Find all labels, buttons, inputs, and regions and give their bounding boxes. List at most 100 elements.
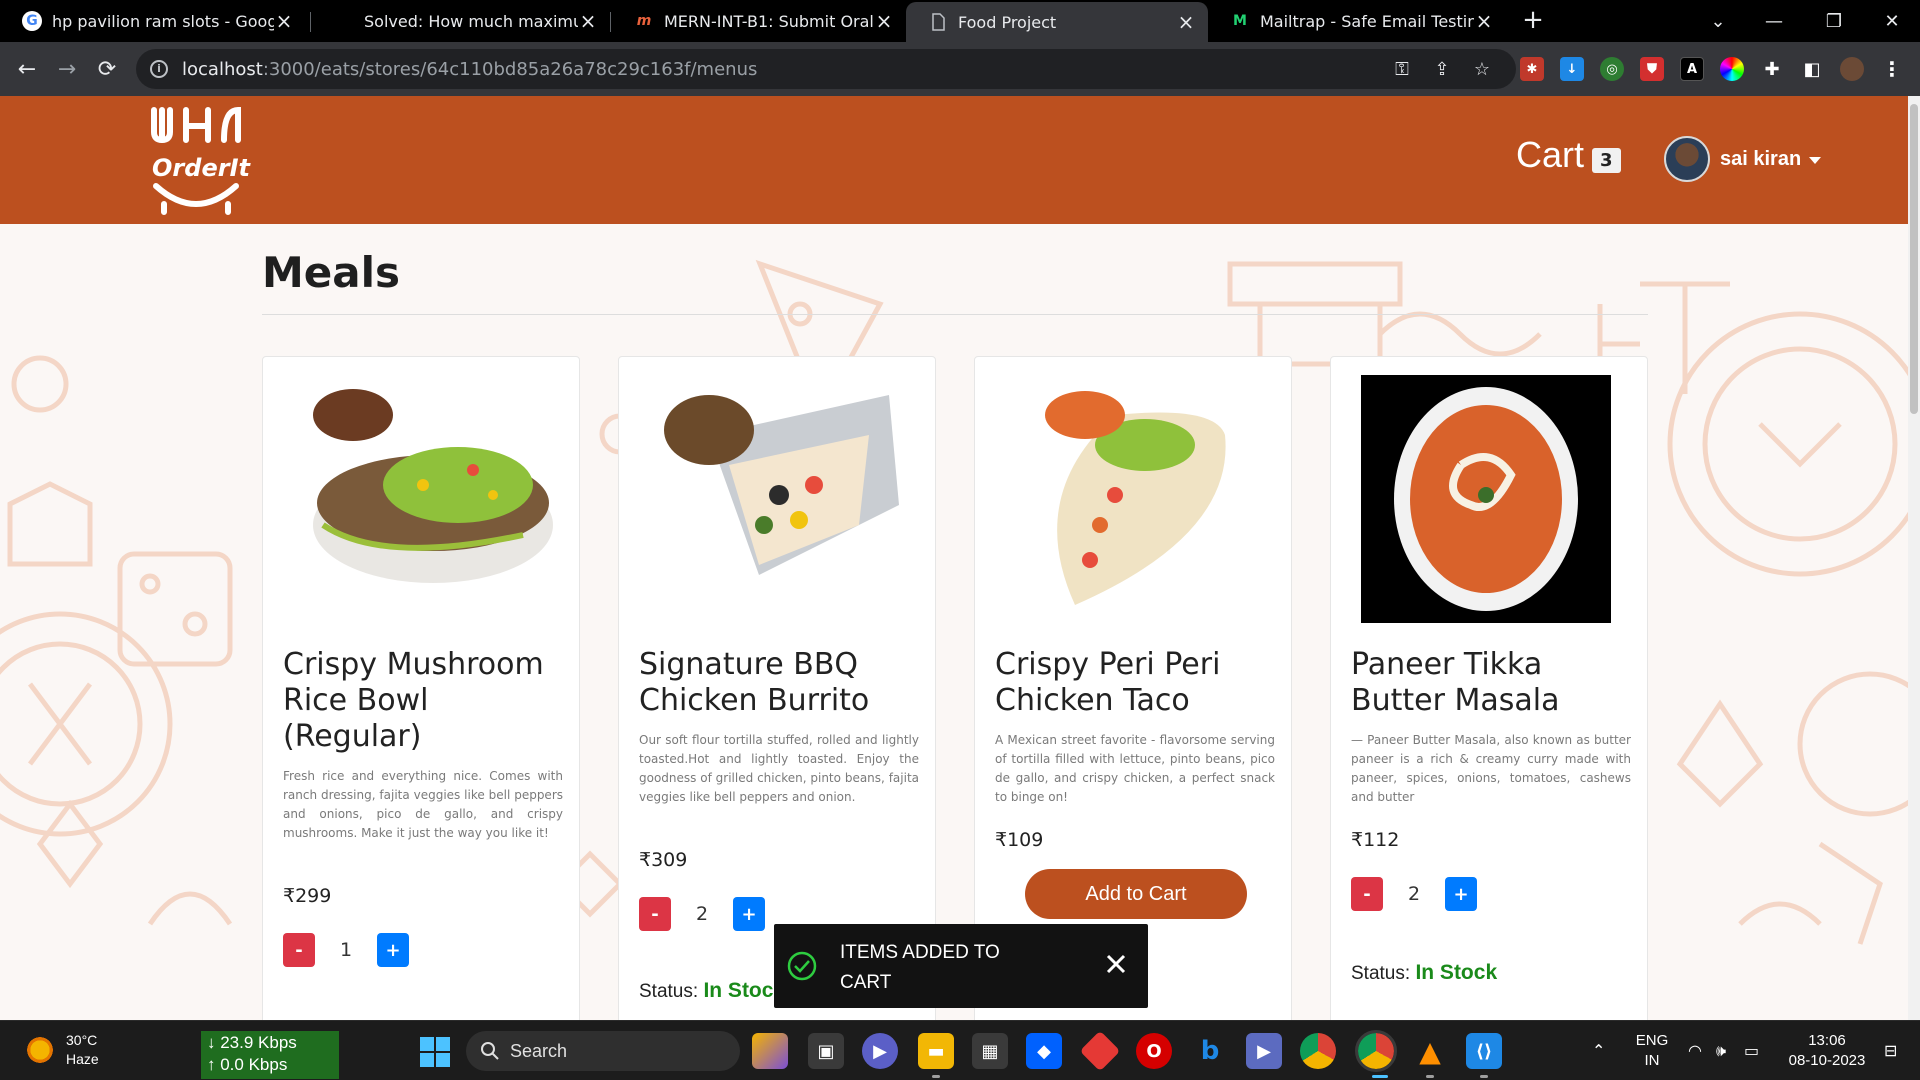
key-icon[interactable]: ⚿ [1390, 59, 1414, 80]
quantity-value: 1 [339, 939, 353, 961]
dropbox-icon[interactable]: ◆ [1026, 1033, 1062, 1069]
bookmark-star-icon[interactable]: ☆ [1470, 59, 1494, 80]
caret-down-icon [1809, 156, 1822, 164]
vscode-icon[interactable]: ⟨⟩ [1466, 1033, 1502, 1069]
chevron-up-icon[interactable]: ⌃ [1592, 1041, 1605, 1060]
media-player-icon[interactable]: ▶ [1246, 1033, 1282, 1069]
windows-start-icon[interactable] [420, 1037, 450, 1067]
chrome-profile-icon[interactable] [1355, 1030, 1397, 1072]
toast-message: ITEMS ADDED TO CART [840, 942, 1000, 993]
weather-temperature: 30°C [66, 1032, 98, 1048]
reload-icon[interactable]: ⟳ [90, 52, 124, 86]
meal-price: ₹299 [283, 885, 332, 907]
copilot-icon[interactable] [752, 1033, 788, 1069]
browser-toolbar: ← → ⟳ i localhost:3000/eats/stores/64c11… [0, 42, 1920, 96]
increase-quantity-button[interactable]: + [1445, 877, 1477, 911]
forward-arrow-icon[interactable]: → [50, 52, 84, 86]
task-view-icon[interactable]: ▣ [808, 1033, 844, 1069]
page-glyph [932, 13, 945, 31]
cart-label: Cart [1516, 134, 1585, 175]
meal-image [664, 395, 899, 575]
bing-icon[interactable]: b [1192, 1033, 1228, 1069]
volume-icon[interactable]: 🕪 [1716, 1041, 1726, 1061]
browser-tab[interactable]: m MERN-INT-B1: Submit Oral Pres × [612, 0, 906, 42]
notification-icon[interactable]: ⊟ [1884, 1041, 1897, 1060]
close-icon[interactable]: × [1176, 10, 1196, 34]
anydesk-icon[interactable] [1079, 1030, 1121, 1072]
meal-image [313, 389, 553, 583]
battery-icon[interactable]: ▭ [1744, 1041, 1759, 1060]
tab-title: MERN-INT-B1: Submit Oral Pres [664, 11, 874, 31]
url-host: localhost [182, 58, 263, 80]
back-arrow-icon[interactable]: ← [10, 52, 44, 86]
tab-title: Food Project [958, 12, 1057, 32]
taskbar-search[interactable]: Search [466, 1031, 740, 1071]
quantity-value: 2 [695, 903, 709, 925]
meal-price: ₹309 [639, 849, 688, 871]
tab-search-icon[interactable]: ⌄ [1690, 0, 1746, 42]
chrome-icon[interactable] [1300, 1033, 1336, 1069]
close-icon[interactable]: × [874, 9, 894, 33]
network-speed-meter: ↓ 23.9 Kbps ↑ 0.0 Kbps [201, 1031, 339, 1079]
page-scrollbar[interactable] [1908, 96, 1920, 1020]
browser-tab[interactable]: M Mailtrap - Safe Email Testing × [1208, 0, 1506, 42]
google-icon: G [22, 11, 42, 31]
side-panel-icon[interactable]: ◧ [1800, 57, 1824, 81]
decrease-quantity-button[interactable]: - [639, 897, 671, 931]
tab-title: Mailtrap - Safe Email Testing [1260, 11, 1474, 31]
address-bar[interactable]: i localhost:3000/eats/stores/64c110bd85a… [136, 49, 1516, 89]
meal-name: Signature BBQ Chicken Burrito [639, 647, 870, 718]
color-picker-icon[interactable] [1720, 57, 1744, 81]
clock[interactable]: 13:06 08-10-2023 [1784, 1031, 1870, 1071]
decrease-quantity-button[interactable]: - [283, 933, 315, 967]
restore-button[interactable]: ❐ [1806, 0, 1862, 42]
meal-name: Crispy Mushroom Rice Bowl (Regular) [283, 647, 544, 754]
increase-quantity-button[interactable]: + [733, 897, 765, 931]
cart-link[interactable]: Cart 3 [1516, 134, 1621, 176]
scrollbar-thumb[interactable] [1910, 104, 1918, 414]
meal-name: Paneer Tikka Butter Masala [1351, 647, 1560, 718]
close-icon[interactable]: × [274, 9, 294, 33]
opera-icon[interactable]: O [1136, 1033, 1172, 1069]
new-tab-button[interactable]: + [1518, 6, 1548, 36]
profile-avatar-icon[interactable] [1840, 57, 1864, 81]
extension-icon[interactable]: ✱ [1520, 57, 1544, 81]
search-icon [481, 1042, 499, 1060]
file-explorer-icon[interactable]: ▬ [918, 1033, 954, 1069]
browser-tab[interactable]: Solved: How much maximum RA × [312, 0, 610, 42]
download-extension-icon[interactable]: ↓ [1560, 57, 1584, 81]
close-icon[interactable] [1100, 948, 1132, 980]
user-menu[interactable]: sai kiran [1664, 136, 1822, 182]
close-icon[interactable]: × [1474, 9, 1494, 33]
tab-title: Solved: How much maximum RA [364, 11, 578, 31]
decrease-quantity-button[interactable]: - [1351, 877, 1383, 911]
quantity-stepper: - 1 + [283, 933, 409, 967]
share-icon[interactable]: ⇪ [1430, 59, 1454, 80]
minimize-button[interactable]: — [1746, 0, 1802, 42]
input-language[interactable]: ENG IN [1634, 1031, 1670, 1071]
shield-icon[interactable]: ⛊ [1640, 57, 1664, 81]
browser-tab-active[interactable]: Food Project × [906, 2, 1208, 42]
add-to-cart-button[interactable]: Add to Cart [1025, 869, 1247, 919]
increase-quantity-button[interactable]: + [377, 933, 409, 967]
success-check-icon [787, 951, 817, 981]
title-divider [262, 314, 1648, 315]
meal-card: Crispy Peri Peri Chicken Taco A Mexican … [974, 356, 1292, 1020]
quantity-stepper: - 2 + [1351, 877, 1477, 911]
extension-icon[interactable]: ◎ [1600, 57, 1624, 81]
wifi-icon[interactable]: ◠ [1688, 1041, 1702, 1060]
menu-dots-icon[interactable]: ⋮ [1880, 57, 1904, 81]
vlc-icon[interactable]: ▲ [1412, 1033, 1448, 1069]
extension-icon[interactable]: A [1680, 57, 1704, 81]
site-info-icon[interactable]: i [150, 60, 168, 78]
microsoft-store-icon[interactable]: ▦ [972, 1033, 1008, 1069]
browser-tab[interactable]: G hp pavilion ram slots - Google S × [0, 0, 306, 42]
teams-chat-icon[interactable]: ▶ [862, 1033, 898, 1069]
search-label: Search [510, 1040, 568, 1061]
close-window-button[interactable]: ✕ [1864, 0, 1920, 42]
status-value: In Stock [1415, 961, 1498, 984]
puzzle-icon[interactable]: ✚ [1760, 57, 1784, 81]
windows-taskbar: 30°C Haze ↓ 23.9 Kbps ↑ 0.0 Kbps Search … [0, 1020, 1920, 1080]
weather-widget[interactable]: 30°C Haze [24, 1031, 99, 1069]
close-icon[interactable]: × [578, 9, 598, 33]
